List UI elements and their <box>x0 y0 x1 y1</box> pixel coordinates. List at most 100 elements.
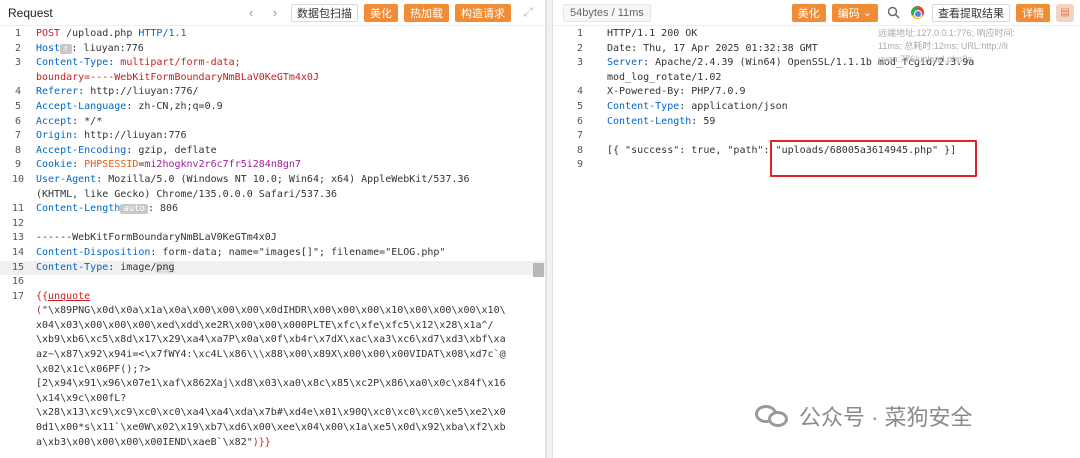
line-number <box>553 71 607 86</box>
scrollbar-thumb[interactable] <box>533 263 544 277</box>
line-text <box>36 275 545 290</box>
code-line: 12 <box>0 217 545 232</box>
next-arrow-icon[interactable]: › <box>267 5 283 21</box>
line-text: \x14\x9c\x00fL? <box>36 392 127 404</box>
line-number: 12 <box>11 217 25 229</box>
code-line: 4 Referer: http://liuyan:776/ <box>0 85 545 100</box>
line-number <box>0 421 36 436</box>
code-line: 4 X-Powered-By: PHP/7.0.9 <box>553 85 1080 100</box>
watermark-text: 公众号 · 菜狗安全 <box>799 405 973 430</box>
line-text: Accept: */* <box>36 115 103 127</box>
code-line: 1 POST /upload.php HTTP/1.1 <box>0 27 545 42</box>
hot-load-button[interactable]: 热加载 <box>404 3 449 22</box>
line-number <box>0 377 36 392</box>
code-line: ("\x89PNG\x0d\x0a\x1a\x0a\x00\x00\x00\x0… <box>0 304 545 319</box>
line-number: 7 <box>576 130 584 142</box>
code-line: 11 Content-Length auto: 806 <box>0 202 545 217</box>
chevron-down-icon: ⌄ <box>862 7 872 19</box>
line-text: \x02\x1c\x06PF();?> <box>36 363 151 375</box>
code-line: 17 {{unquote <box>0 290 545 305</box>
encode-label: 编码 <box>837 7 860 20</box>
response-viewer[interactable]: 1 HTTP/1.1 200 OK 2 Date: Thu, 17 Apr 2025 … <box>553 27 1080 458</box>
line-number: 5 <box>576 100 584 112</box>
line-number <box>0 436 36 451</box>
line-number: 9 <box>14 159 22 171</box>
packet-scan-button[interactable]: 数据包扫描 <box>291 3 358 22</box>
line-number: 6 <box>14 115 22 127</box>
line-text: POST /upload.php HTTP/1.1 <box>36 28 187 39</box>
line-text: Accept-Encoding: gzip, deflate <box>36 144 217 156</box>
line-text: x04\x03\x00\x00\x00\xed\xdd\xe2R\x00\x00… <box>36 319 494 331</box>
tooltip-line: uyan:776/upload.php?a <box>878 54 973 64</box>
line-text: Content-Length: 59 <box>607 115 716 127</box>
encode-dropdown[interactable]: 编码 ⌄ <box>831 3 878 22</box>
line-number <box>0 304 36 319</box>
line-text: Content-Type: image/png <box>36 261 175 273</box>
code-line: \xb9\xb6\xc5\x8d\x17\x29\xa4\xa7P\x0a\x0… <box>0 333 545 348</box>
watermark: 公众号 · 菜狗安全 <box>755 400 973 432</box>
tooltip-line: 远端地址:127.0.0.1:776; 响应时间: <box>878 28 1016 38</box>
code-line: 8 Accept-Encoding: gzip, deflate <box>0 144 545 159</box>
line-number: 15 <box>11 261 25 273</box>
code-line: \x02\x1c\x06PF();?> <box>0 363 545 378</box>
beautify-button[interactable]: 美化 <box>364 3 398 22</box>
expand-icon[interactable]: ⤢ <box>521 5 535 20</box>
build-request-button[interactable]: 构造请求 <box>455 3 511 22</box>
code-line: 14 Content-Disposition: form-data; name="… <box>0 246 545 261</box>
line-number: 9 <box>576 159 584 171</box>
line-text: \xb9\xb6\xc5\x8d\x17\x29\xa4\xa7P\x0a\x0… <box>36 334 506 346</box>
line-number: 14 <box>11 246 25 258</box>
line-number <box>0 333 36 348</box>
pane-splitter[interactable] <box>546 0 553 458</box>
code-line: 9 Cookie: PHPSESSID=mi2hogknv2r6c7fr5i284… <box>0 158 545 173</box>
wechat-icon <box>755 403 791 429</box>
detail-button[interactable]: 详情 <box>1016 3 1050 22</box>
prev-arrow-icon[interactable]: ‹ <box>243 5 259 21</box>
line-text: \x28\x13\xc9\xc9\xc0\xc0\xa4\xa4\xda\x7b… <box>36 407 506 419</box>
comment-icon[interactable]: ▤ <box>1056 3 1074 22</box>
line-text: Content-Length auto: 806 <box>36 203 179 215</box>
response-stats: 54bytes / 11ms <box>563 3 651 22</box>
line-number <box>0 348 36 363</box>
line-text: ("\x89PNG\x0d\x0a\x1a\x0a\x00\x00\x00\x0… <box>36 305 506 317</box>
search-icon[interactable] <box>884 4 902 22</box>
line-number: 8 <box>576 144 584 156</box>
code-line: (KHTML, like Gecko) Chrome/135.0.0.0 Saf… <box>0 188 545 203</box>
chrome-icon[interactable] <box>908 4 926 22</box>
line-text: Cookie: PHPSESSID=mi2hogknv2r6c7fr5i284n… <box>36 159 301 171</box>
line-number: 2 <box>14 42 22 54</box>
line-number: 6 <box>576 115 584 127</box>
code-line: 5 Accept-Language: zh-CN,zh;q=0.9 <box>0 100 545 115</box>
line-number: 4 <box>14 86 22 98</box>
code-line: boundary=----WebKitFormBoundaryNmBLaV0Ke… <box>0 71 545 86</box>
code-line: mod_log_rotate/1.02 <box>553 71 1080 86</box>
line-text: boundary=----WebKitFormBoundaryNmBLaV0Ke… <box>36 71 319 83</box>
code-line: \x28\x13\xc9\xc9\xc0\xc0\xa4\xa4\xda\x7b… <box>0 406 545 421</box>
line-number: 3 <box>14 57 22 69</box>
line-number: 1 <box>14 28 22 39</box>
line-number <box>0 71 36 86</box>
line-number: 13 <box>11 232 25 244</box>
tooltip-line: 11ms; 总耗时:12ms; URL:http://li <box>878 41 1008 51</box>
line-number <box>0 319 36 334</box>
code-line: \x14\x9c\x00fL? <box>0 392 545 407</box>
code-line: 6 Accept: */* <box>0 115 545 130</box>
code-line: 10 User-Agent: Mozilla/5.0 (Windows NT 10… <box>0 173 545 188</box>
response-info-tooltip: 远端地址:127.0.0.1:776; 响应时间: 11ms; 总耗时:12ms… <box>878 27 1078 66</box>
line-text: Content-Type: multipart/form-data; <box>36 57 241 69</box>
code-line: [2\x94\x91\x96\x07e1\xaf\x862Xaj\xd8\x03… <box>0 377 545 392</box>
line-text: (KHTML, like Gecko) Chrome/135.0.0.0 Saf… <box>36 188 338 200</box>
line-number: 5 <box>14 100 22 112</box>
line-number <box>0 392 36 407</box>
response-beautify-button[interactable]: 美化 <box>791 3 826 22</box>
line-number: 8 <box>14 144 22 156</box>
line-text: Accept-Language: zh-CN,zh;q=0.9 <box>36 100 223 112</box>
view-extract-button[interactable]: 查看提取结果 <box>932 3 1010 22</box>
code-line: 5 Content-Type: application/json <box>553 100 1080 115</box>
line-text: 0d1\x00*s\x11`\xe0W\x02\x19\xb7\xd6\x00\… <box>36 422 506 434</box>
line-text: az~\x87\x92\x94i=<\x7fWY4:\xc4L\x86\\\x8… <box>36 349 506 361</box>
request-editor[interactable]: 1 POST /upload.php HTTP/1.1 2 Host ↑: liuyan… <box>0 27 545 458</box>
code-line: 16 <box>0 275 545 290</box>
request-title: Request <box>8 5 53 20</box>
line-text: [2\x94\x91\x96\x07e1\xaf\x862Xaj\xd8\x03… <box>36 378 506 390</box>
